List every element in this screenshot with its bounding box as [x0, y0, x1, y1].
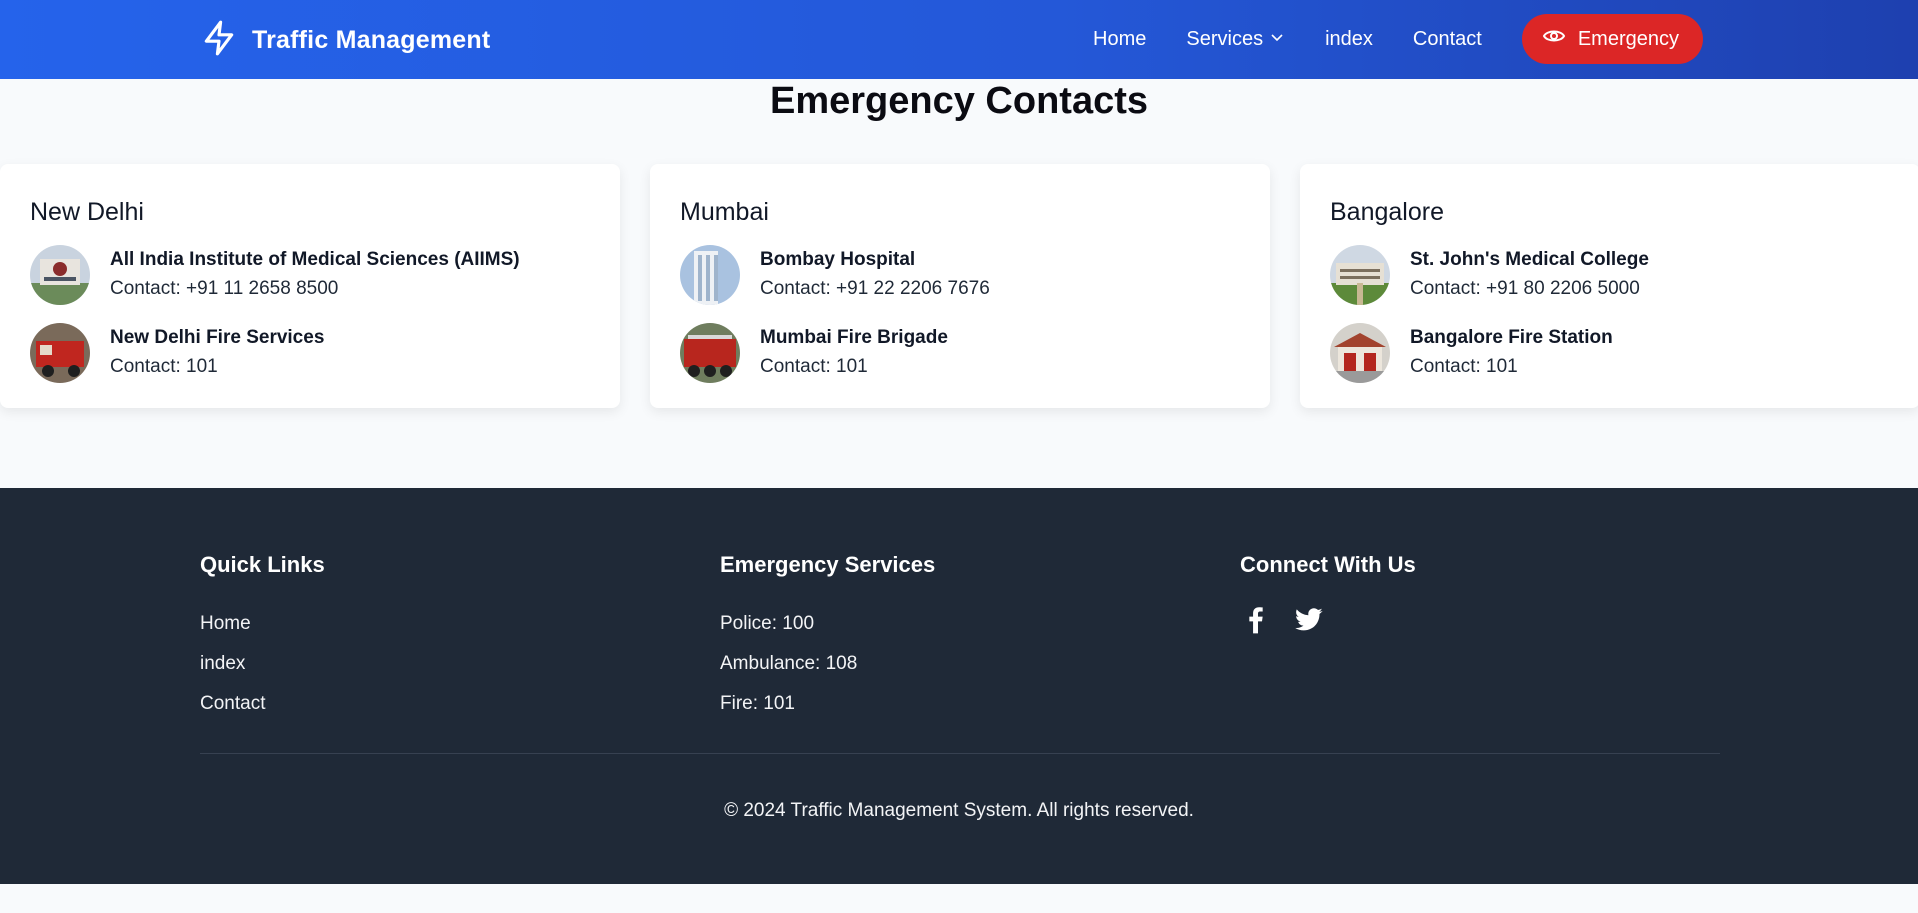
nav-link-contact[interactable]: Contact	[1413, 28, 1482, 51]
contact-entry: St. John's Medical College Contact: +91 …	[1330, 245, 1890, 305]
contact-name: New Delhi Fire Services	[110, 327, 325, 348]
fire-station-photo	[1330, 323, 1390, 383]
footer-divider	[200, 753, 1720, 754]
footer-link-home[interactable]: Home	[200, 604, 325, 644]
footer-emergency-services-title: Emergency Services	[720, 552, 936, 577]
contact-phone: Contact: 101	[110, 356, 218, 377]
contact-name: Bangalore Fire Station	[1410, 327, 1613, 348]
contact-name: All India Institute of Medical Sciences …	[110, 249, 520, 270]
aiims-photo	[30, 245, 90, 305]
facebook-icon[interactable]	[1240, 604, 1272, 641]
fire-truck-photo	[30, 323, 90, 383]
contact-phone: Contact: +91 11 2658 8500	[110, 278, 339, 299]
nav-link-home[interactable]: Home	[1093, 28, 1146, 51]
emergency-number-fire: Fire: 101	[720, 693, 795, 714]
contact-phone: Contact: +91 22 2206 7676	[760, 278, 990, 299]
nav-link-services-label: Services	[1186, 27, 1264, 50]
lightning-icon	[200, 19, 238, 62]
contact-name: Mumbai Fire Brigade	[760, 327, 948, 348]
card-city-title: Bangalore	[1330, 198, 1444, 226]
footer-emergency-services: Emergency Services Police: 100 Ambulance…	[720, 552, 935, 724]
fire-truck-photo	[680, 323, 740, 383]
college-building-photo	[1330, 245, 1390, 305]
twitter-icon[interactable]	[1292, 604, 1324, 641]
card-city-title: New Delhi	[30, 198, 144, 226]
brand-name: Traffic Management	[252, 25, 491, 54]
page-title: Emergency Contacts	[769, 80, 1148, 122]
nav-link-index[interactable]: index	[1325, 28, 1373, 51]
footer-connect-title: Connect With Us	[1240, 552, 1416, 577]
contact-name: Bombay Hospital	[760, 249, 916, 270]
contact-phone: Contact: 101	[760, 356, 868, 377]
contact-phone: Contact: +91 80 2206 5000	[1410, 278, 1640, 299]
city-card-mumbai: Mumbai Bombay Hospital Contact: +91 22 2…	[650, 164, 1270, 408]
emergency-number-ambulance: Ambulance: 108	[720, 653, 858, 674]
social-links	[1240, 604, 1416, 641]
contact-entry: Bombay Hospital Contact: +91 22 2206 767…	[680, 245, 1240, 305]
city-card-bangalore: Bangalore St. John's Medical College Con…	[1300, 164, 1918, 408]
eye-icon	[1542, 24, 1566, 54]
footer: Quick Links Home index Contact Emergency…	[0, 488, 1918, 884]
contact-entry: New Delhi Fire Services Contact: 101	[30, 323, 590, 383]
navbar: Traffic Management Home Services index C…	[0, 0, 1918, 79]
footer-link-index[interactable]: index	[200, 644, 325, 684]
city-card-new-delhi: New Delhi All India Institute of Medical…	[0, 164, 620, 408]
emergency-button-label: Emergency	[1577, 27, 1679, 50]
nav-links: Home Services index Contact Emergency	[1093, 14, 1703, 64]
footer-connect: Connect With Us	[1240, 552, 1416, 641]
contact-entry: Mumbai Fire Brigade Contact: 101	[680, 323, 1240, 383]
chevron-down-icon	[1269, 28, 1285, 51]
footer-link-contact[interactable]: Contact	[200, 684, 325, 724]
contact-name: St. John's Medical College	[1410, 249, 1649, 270]
nav-link-services[interactable]: Services	[1186, 28, 1285, 51]
footer-quick-links: Quick Links Home index Contact	[200, 552, 325, 724]
card-city-title: Mumbai	[680, 198, 769, 226]
emergency-button[interactable]: Emergency	[1521, 14, 1703, 64]
emergency-number-police: Police: 100	[720, 613, 815, 634]
copyright: © 2024 Traffic Management System. All ri…	[724, 800, 1194, 821]
footer-quick-links-title: Quick Links	[200, 552, 325, 577]
contact-phone: Contact: 101	[1410, 356, 1518, 377]
contact-entry: Bangalore Fire Station Contact: 101	[1330, 323, 1890, 383]
contact-entry: All India Institute of Medical Sciences …	[30, 245, 590, 305]
brand[interactable]: Traffic Management	[200, 20, 490, 60]
hospital-building-photo	[680, 245, 740, 305]
